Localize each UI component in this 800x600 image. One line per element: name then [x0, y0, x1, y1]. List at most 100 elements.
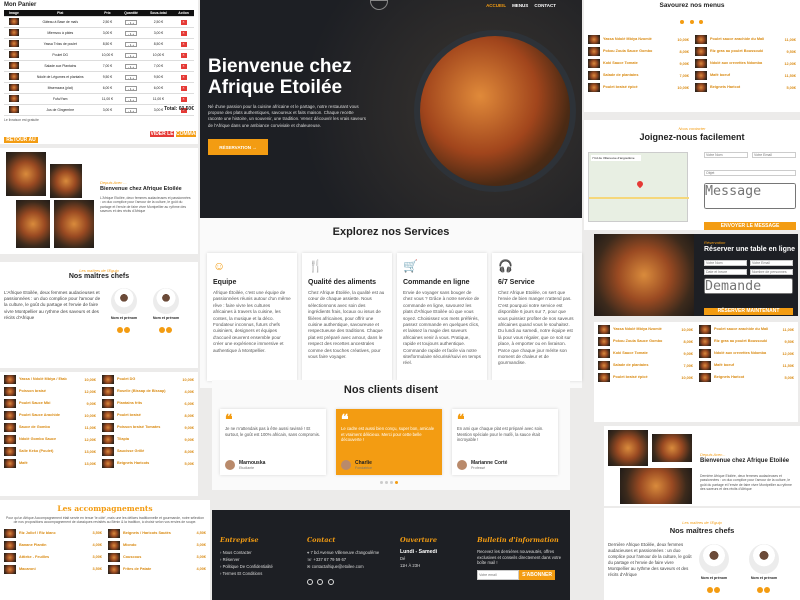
- menu-item[interactable]: Poulet sauce arachide du Mali 11,00€: [699, 325, 794, 334]
- menu-item[interactable]: Sauce de Gombo 11,00€: [4, 423, 96, 432]
- menu-item[interactable]: Poulet sauce arachide du Mali 11,00€: [695, 35, 796, 44]
- menu-item[interactable]: Ndolé aux crevettes Ndomba 12,00€: [695, 59, 796, 68]
- carousel-dot[interactable]: [390, 481, 393, 484]
- menu-item[interactable]: Saucisse Grillé 8,00€: [102, 447, 194, 456]
- menu-item[interactable]: Macaroni 3,50€: [4, 564, 102, 574]
- menu-item[interactable]: Ndolé aux crevettes Ndomba 12,00€: [699, 349, 794, 358]
- remove-item-button[interactable]: ×: [180, 96, 187, 102]
- menu-item[interactable]: Poulet braisé épicé 10,00€: [588, 83, 689, 92]
- menu-item[interactable]: Koki Sauce Tomate 9,00€: [598, 349, 693, 358]
- reserve-people-select[interactable]: [750, 269, 793, 275]
- map[interactable]: 7 bd de Villeneuve d'angoulême: [588, 152, 689, 222]
- social-icon[interactable]: [159, 327, 165, 333]
- quantity-stepper[interactable]: - 1 +: [125, 107, 138, 113]
- quantity-stepper[interactable]: - 1 +: [125, 41, 138, 47]
- remove-item-button[interactable]: ×: [180, 74, 187, 80]
- menu-item[interactable]: Salie Keko (Poulet) 13,00€: [4, 447, 96, 456]
- menu-item[interactable]: Yassa / Ndolé Mbiya / Etab 10,00€: [4, 375, 96, 384]
- menu-item[interactable]: Frites de Patate 4,00€: [108, 564, 206, 574]
- social-icon[interactable]: [166, 327, 172, 333]
- menu-item[interactable]: Poisson braisé 12,00€: [4, 387, 96, 396]
- reserve-datetime-input[interactable]: [704, 269, 747, 275]
- nav-menus[interactable]: MENUS: [512, 3, 528, 8]
- menu-item[interactable]: Pokou Zoula Sauce Gombo 8,00€: [588, 47, 689, 56]
- social-icon[interactable]: [707, 587, 713, 593]
- carousel-dot[interactable]: [385, 481, 388, 484]
- reserve-email-input[interactable]: [750, 260, 793, 266]
- reserve-name-input[interactable]: [704, 260, 747, 266]
- instagram-icon[interactable]: [317, 579, 324, 585]
- remove-item-button[interactable]: ×: [180, 19, 187, 25]
- subscribe-button[interactable]: S'ABONNER: [519, 569, 556, 580]
- menu-item[interactable]: Poulet braisé épicé 10,00€: [598, 373, 693, 382]
- menu-item[interactable]: Roselle (Bissap de Bissap) 4,00€: [102, 387, 194, 396]
- menu-item[interactable]: Mafé boeuf 11,50€: [695, 71, 796, 80]
- menu-item[interactable]: Tilapia 9,00€: [102, 435, 194, 444]
- menu-item[interactable]: Poulet braisé 8,00€: [102, 411, 194, 420]
- newsletter-email-input[interactable]: [477, 569, 520, 580]
- contact-name-input[interactable]: [704, 152, 748, 158]
- reserve-now-button[interactable]: RÉSERVER MAINTENANT: [704, 307, 793, 315]
- send-message-button[interactable]: ENVOYER LE MESSAGE: [704, 222, 796, 230]
- menu-item[interactable]: Attieke - Feuilles 3,00€: [4, 552, 102, 562]
- menu-item[interactable]: Couscous 3,00€: [108, 552, 206, 562]
- carousel-dot[interactable]: [380, 481, 383, 484]
- carousel-dot-active[interactable]: [395, 481, 398, 484]
- menu-item[interactable]: Beignets Haricot 5,00€: [699, 373, 794, 382]
- hero-reservation-button[interactable]: RÉSERVATION →: [208, 139, 268, 155]
- menu-item[interactable]: Salade de plantains 7,00€: [598, 361, 693, 370]
- social-icon[interactable]: [714, 587, 720, 593]
- footer-link-contact[interactable]: › Nous Contacter: [220, 549, 299, 556]
- menu-item[interactable]: Plantains frits 6,00€: [102, 399, 194, 408]
- quantity-stepper[interactable]: - 1 +: [125, 96, 138, 102]
- quantity-stepper[interactable]: - 1 +: [125, 19, 138, 25]
- contact-subject-input[interactable]: [704, 170, 796, 176]
- reserve-request-input[interactable]: [704, 278, 793, 294]
- back-to-menu-button[interactable]: RETOUR AU MENU: [4, 137, 38, 144]
- menu-item[interactable]: Yassa Ndolé Mbiya Nzomié 10,00€: [598, 325, 693, 334]
- menu-item[interactable]: Riz Jollof / Riz blanc 3,50€: [4, 528, 102, 538]
- facebook-icon[interactable]: [307, 579, 313, 585]
- menu-item[interactable]: Miondo 3,00€: [108, 540, 206, 550]
- remove-item-button[interactable]: ×: [180, 85, 187, 91]
- contact-email-input[interactable]: [752, 152, 796, 158]
- youtube-icon[interactable]: [327, 579, 334, 585]
- quantity-stepper[interactable]: - 1 +: [125, 63, 138, 69]
- filter-icon[interactable]: [689, 20, 694, 24]
- order-button[interactable]: COMMANDER: [176, 131, 198, 137]
- menu-item[interactable]: Pokou Zoula Sauce Gombo 8,00€: [598, 337, 693, 346]
- contact-message-input[interactable]: [704, 183, 796, 209]
- menu-item[interactable]: Beignets Haricots 5,00€: [102, 459, 194, 468]
- menu-item[interactable]: Salade de plantains 7,00€: [588, 71, 689, 80]
- social-icon[interactable]: [764, 587, 770, 593]
- remove-item-button[interactable]: ×: [180, 52, 187, 58]
- quantity-stepper[interactable]: - 1 +: [125, 85, 138, 91]
- quantity-stepper[interactable]: - 1 +: [125, 52, 138, 58]
- menu-item[interactable]: Riz gras au poulet Boussouki 9,50€: [695, 47, 796, 56]
- social-icon[interactable]: [124, 327, 130, 333]
- filter-icon[interactable]: [680, 20, 685, 24]
- menu-item[interactable]: Mafé boeuf 11,50€: [699, 361, 794, 370]
- remove-item-button[interactable]: ×: [180, 63, 187, 69]
- menu-item[interactable]: Poulet Sauce Arachide 10,00€: [4, 411, 96, 420]
- social-icon[interactable]: [117, 327, 123, 333]
- menu-item[interactable]: Ndolé Gombo Sauce 12,00€: [4, 435, 96, 444]
- social-icon[interactable]: [757, 587, 763, 593]
- remove-item-button[interactable]: ×: [180, 41, 187, 47]
- footer-link-privacy[interactable]: › Politique De Confidentialité: [220, 563, 299, 570]
- remove-item-button[interactable]: ×: [180, 30, 187, 36]
- quantity-stepper[interactable]: - 1 +: [125, 74, 138, 80]
- menu-item[interactable]: Koki Sauce Tomate 9,00€: [588, 59, 689, 68]
- menu-item[interactable]: Beignets Haricot 5,00€: [695, 83, 796, 92]
- menu-item[interactable]: Poulet DG 10,00€: [102, 375, 194, 384]
- menu-item[interactable]: Poulet Sauce Mbi 9,00€: [4, 399, 96, 408]
- menu-item[interactable]: Poisson braisé Tomates 9,00€: [102, 423, 194, 432]
- nav-contact[interactable]: CONTACT: [534, 3, 556, 8]
- filter-icon[interactable]: [698, 20, 703, 24]
- menu-item[interactable]: Banane Plantin 4,00€: [4, 540, 102, 550]
- footer-link-reserve[interactable]: › Réserver: [220, 556, 299, 563]
- menu-item[interactable]: Beignets / Haricots Sautés 4,50€: [108, 528, 206, 538]
- menu-item[interactable]: Mafé 13,00€: [4, 459, 96, 468]
- menu-item[interactable]: Riz gras au poulet Boussouki 9,50€: [699, 337, 794, 346]
- clear-cart-button[interactable]: VIDER LE PANIER: [150, 131, 174, 143]
